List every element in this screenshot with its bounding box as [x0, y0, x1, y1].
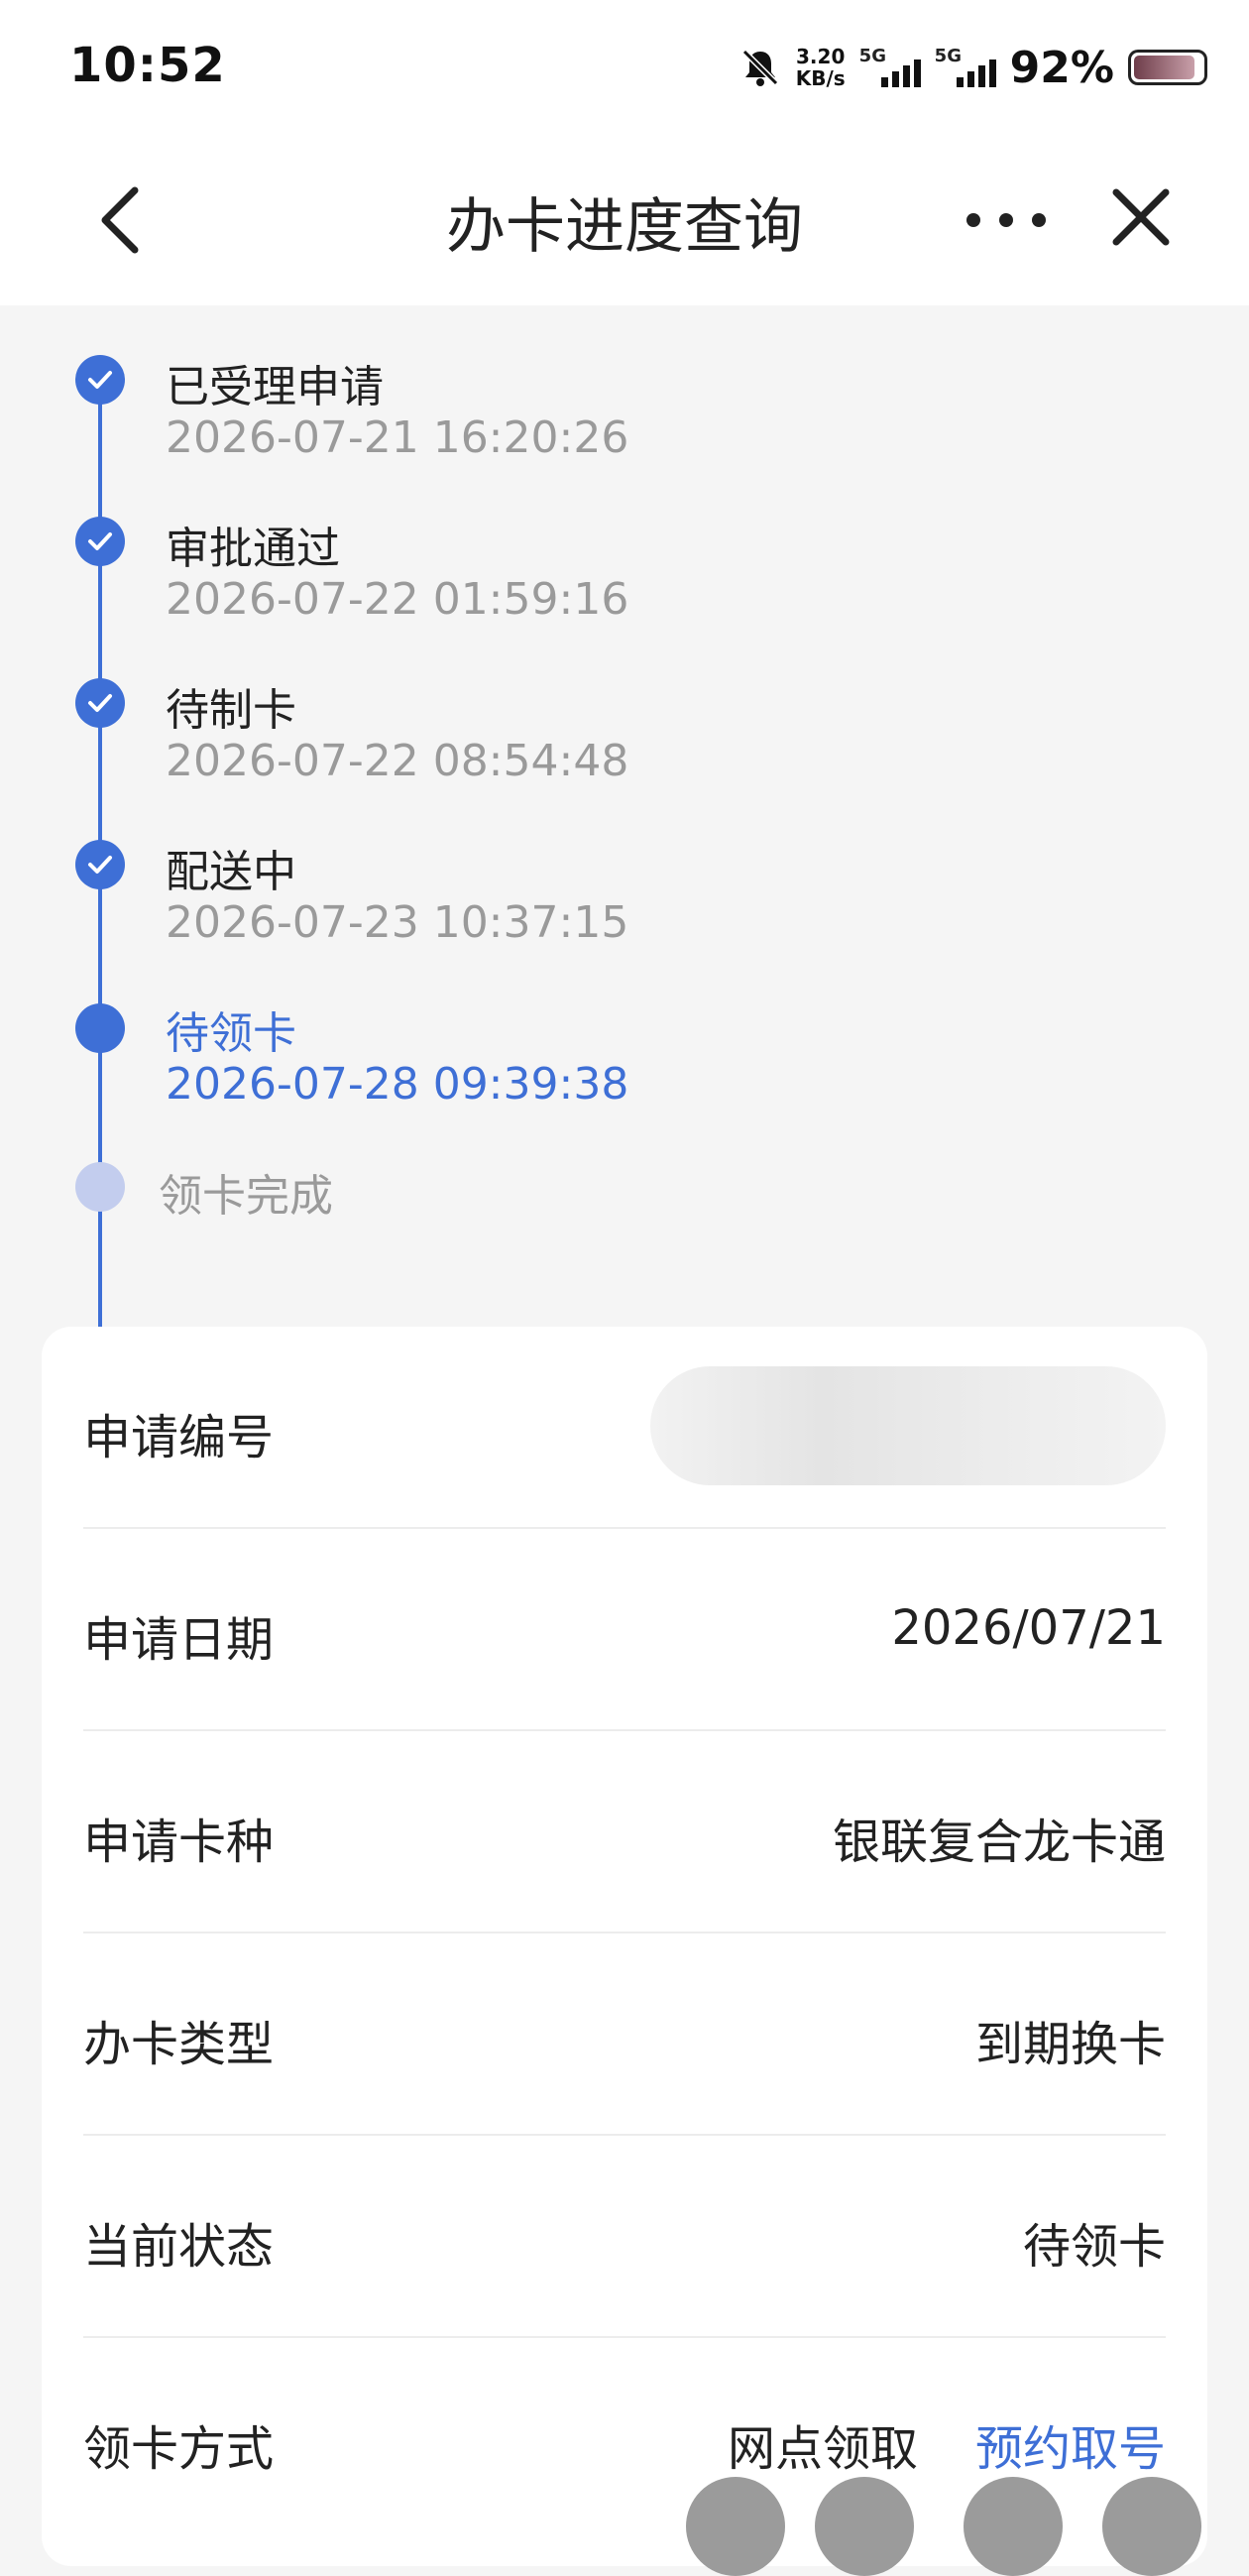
pickup-method-value: 网点领取 — [727, 2421, 918, 2477]
step-title-current: 待领卡 — [166, 1008, 296, 1059]
detail-row-application-no: 申请编号 — [83, 1327, 1166, 1529]
net-speed: 3.20 KB/s — [796, 46, 846, 89]
mute-bell-icon — [741, 49, 778, 86]
battery-percent: 92% — [1009, 42, 1114, 93]
back-button[interactable] — [91, 180, 151, 260]
floating-button[interactable] — [964, 2477, 1063, 2576]
floating-button[interactable] — [686, 2477, 785, 2576]
progress-timeline: 已受理申请 2026-07-21 16:20:26 审批通过 2026-07-2… — [0, 305, 1249, 1495]
net-speed-value: 3.20 — [796, 45, 846, 68]
nav-bar: 办卡进度查询 — [0, 139, 1249, 305]
signal-icon-2: 5G — [935, 46, 996, 89]
step-check-icon — [75, 840, 125, 889]
floating-button[interactable] — [1102, 2477, 1201, 2576]
detail-row-application-date: 申请日期 2026/07/21 — [83, 1529, 1166, 1731]
net-speed-unit: KB/s — [795, 66, 846, 90]
page-title: 办卡进度查询 — [446, 192, 803, 262]
step-pending-dot — [75, 1162, 125, 1212]
signal-icon-1: 5G — [859, 46, 921, 89]
apply-type-value: 到期换卡 — [974, 2017, 1166, 2072]
detail-row-status: 当前状态 待领卡 — [83, 2136, 1166, 2338]
detail-row-card-type: 申请卡种 银联复合龙卡通 — [83, 1731, 1166, 1933]
step-time-current: 2026-07-28 09:39:38 — [166, 1059, 629, 1110]
redacted-application-no — [650, 1366, 1166, 1485]
bottom-floating-buttons — [686, 2477, 1241, 2576]
application-details-card: 申请编号 申请日期 2026/07/21 申请卡种 银联复合龙卡通 办卡类型 到… — [42, 1327, 1207, 2566]
status-time: 10:52 — [69, 38, 226, 93]
detail-row-apply-type: 办卡类型 到期换卡 — [83, 1933, 1166, 2136]
step-check-icon — [75, 355, 125, 405]
status-bar: 10:52 3.20 KB/s 5G 5G 92% — [0, 0, 1249, 139]
step-check-icon — [75, 517, 125, 566]
step-title-pending: 领卡完成 — [159, 1171, 333, 1222]
step-check-icon — [75, 678, 125, 728]
card-type-value: 银联复合龙卡通 — [832, 1815, 1166, 1870]
appointment-link[interactable]: 预约取号 — [975, 2409, 1166, 2479]
step-title: 已受理申请 — [166, 362, 384, 412]
status-label: 当前状态 — [83, 2219, 275, 2275]
card-type-label: 申请卡种 — [83, 1815, 275, 1870]
more-button[interactable] — [962, 198, 1051, 242]
step-time: 2026-07-21 16:20:26 — [166, 412, 629, 463]
battery-icon — [1128, 50, 1207, 85]
apply-type-label: 办卡类型 — [83, 2017, 275, 2072]
step-title: 审批通过 — [166, 524, 340, 574]
close-button[interactable] — [1110, 186, 1172, 248]
floating-button[interactable] — [815, 2477, 914, 2576]
step-current-dot — [75, 1003, 125, 1053]
application-date-label: 申请日期 — [83, 1612, 275, 1668]
step-title: 待制卡 — [166, 685, 296, 736]
pickup-label: 领卡方式 — [83, 2421, 275, 2477]
step-time: 2026-07-22 08:54:48 — [166, 736, 629, 786]
step-time: 2026-07-23 10:37:15 — [166, 897, 629, 948]
status-value: 待领卡 — [1022, 2219, 1166, 2275]
step-time: 2026-07-22 01:59:16 — [166, 574, 629, 625]
application-no-label: 申请编号 — [83, 1410, 275, 1465]
status-icons: 3.20 KB/s 5G 5G 92% — [738, 40, 1207, 95]
step-title: 配送中 — [166, 847, 296, 897]
application-date-value: 2026/07/21 — [891, 1600, 1166, 1656]
